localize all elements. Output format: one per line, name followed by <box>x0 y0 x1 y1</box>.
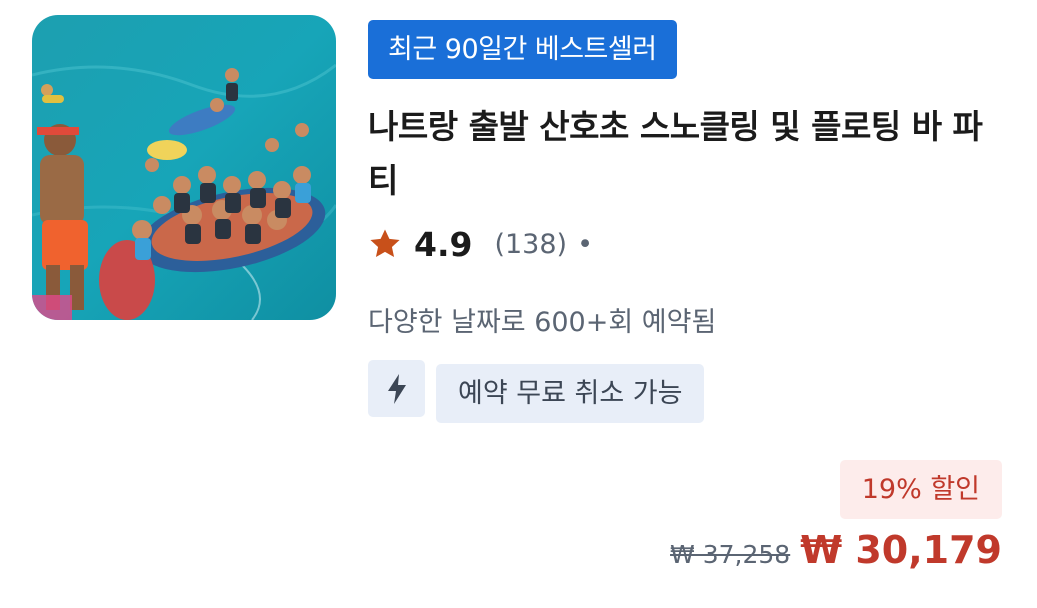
review-count[interactable]: (138) <box>494 229 567 260</box>
free-cancellation-tag: 예약 무료 취소 가능 <box>436 364 705 423</box>
product-thumbnail[interactable] <box>32 15 336 320</box>
instant-confirmation-tag <box>368 360 425 417</box>
sale-price: ₩ 30,179 <box>800 528 1002 572</box>
price-row: ₩ 37,258 ₩ 30,179 <box>670 528 1002 584</box>
rating-row: 4.9 (138) • <box>368 220 593 268</box>
star-icon <box>370 229 400 258</box>
rating-value: 4.9 <box>414 224 473 264</box>
booking-count-text: 다양한 날짜로 600+회 예약됨 <box>368 307 717 338</box>
bestseller-badge: 최근 90일간 베스트셀러 <box>368 20 677 79</box>
product-card[interactable]: 최근 90일간 베스트셀러 나트랑 출발 산호초 스노클링 및 플로팅 바 파티… <box>0 0 1037 608</box>
original-price: ₩ 37,258 <box>670 540 791 569</box>
snorkeling-photo <box>32 15 336 320</box>
lightning-icon <box>387 373 406 404</box>
separator-dot: • <box>577 228 594 260</box>
product-title[interactable]: 나트랑 출발 산호초 스노클링 및 플로팅 바 파티 <box>368 100 1008 208</box>
discount-badge: 19% 할인 <box>839 460 1002 519</box>
